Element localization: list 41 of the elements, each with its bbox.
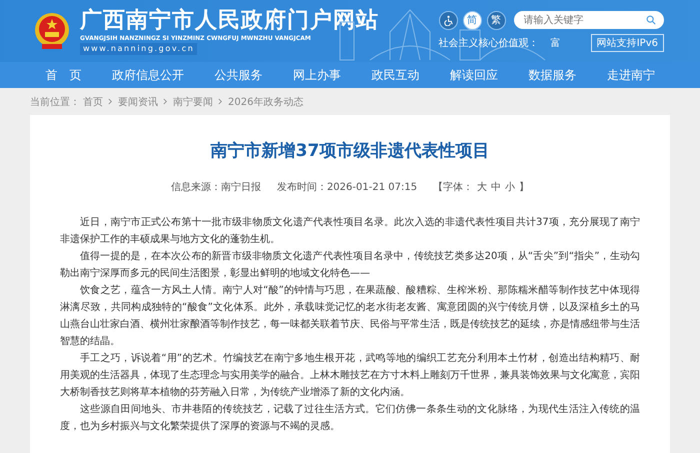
breadcrumb-link[interactable]: 南宁要闻 <box>173 94 213 108</box>
breadcrumb-link[interactable]: 要闻资讯 <box>118 94 158 108</box>
chevron-icon <box>218 98 223 105</box>
ipv6-link[interactable]: 网站支持IPv6 <box>590 34 664 52</box>
article-paragraph: 近日，南宁市正式公布第十一批市级非物质文化遗产代表性项目名录。此次入选的非遗代表性项目共计37项，充分展现了南宁非遗保护工作的丰硕成果与地方文化的蓬勃生机。 <box>60 216 640 247</box>
chevron-icon <box>163 98 168 105</box>
site-title: 广西南宁市人民政府门户网站 <box>80 8 379 34</box>
publish-time: 发布时间：2026-01-21 07:15 <box>276 180 418 194</box>
nav-item[interactable]: 走进南宁 <box>606 66 655 84</box>
nav-item[interactable]: 公共服务 <box>214 66 262 84</box>
nav-item[interactable]: 网上办事 <box>292 66 341 84</box>
nav-item[interactable]: 数据服务 <box>528 66 576 84</box>
accessibility-button[interactable] <box>438 10 458 30</box>
bracket-text: 】 <box>519 180 530 194</box>
chevron-icon <box>108 98 113 105</box>
search-icon[interactable] <box>646 15 656 25</box>
site-url: www.nanning.gov.cn <box>80 42 198 54</box>
font-size-label: 【字体： <box>433 180 474 194</box>
search-field[interactable]: 请输入关键字 <box>514 11 664 29</box>
font-size-link[interactable]: 小 <box>505 180 516 194</box>
emblem-icon <box>32 11 72 51</box>
breadcrumb-label: 当前位置： <box>30 96 80 108</box>
nav-item[interactable]: 解读回应 <box>450 66 498 84</box>
core-values-word: 富 <box>550 36 561 50</box>
script-toggle[interactable]: 繁 <box>486 10 506 30</box>
font-size-link[interactable]: 中 <box>491 180 502 194</box>
nav-item[interactable]: 首 页 <box>45 66 82 84</box>
nav-item[interactable]: 政民互动 <box>371 66 420 84</box>
article-paragraph: 值得一提的是，在本次公布的新晋市级非物质文化遗产代表性项目名录中，传统技艺类多达20项，从“舌尖”到“指尖”，生动勾勒出南宁深厚而多元的民间生活图景，彰显出鲜明的地域文化特色—— <box>60 250 640 281</box>
article-source: 信息来源：南宁日报 <box>170 180 261 194</box>
breadcrumb-link[interactable]: 首页 <box>83 94 103 108</box>
article-paragraph: 饮食之艺，蕴含一方风土人情。南宁人对“酸”的钟情与巧思，在果蔬酸、酸糟粽、生榨米粉、那陈糯米醋等制作技艺中体现得淋漓尽致，共同构成独特的“酸食”文化体系。此外，承载味觉记忆的老水街老友酱、寓意团圆的兴宁传统月饼，以及深植乡土的马山燕台山壮家白酒、横州壮家酿酒等制作技艺，每一味都关联着节庆、民俗与平常生活，既是传统技艺的延续，亦是情感纽带与生活智慧的结晶。 <box>60 284 640 349</box>
article-paragraph: 这些源自田间地头、市井巷陌的传统技艺，记载了过往生活方式。它们仿佛一条条生动的文化脉络，为现代生活注入传统的温度，也为乡村振兴与文化繁荣提供了深厚的资源与不竭的灵感。 <box>60 402 640 434</box>
breadcrumb-link[interactable]: 2026年政务动态 <box>228 94 304 108</box>
script-toggle[interactable]: 简 <box>462 10 482 30</box>
article-paragraph: 手工之巧，诉说着“用”的艺术。竹编技艺在南宁多地生根开花，武鸣等地的编织工艺充分利用本土竹材，创造出结构精巧、耐用美观的生活器具，体现了生态理念与实用美学的融合。上林木雕技艺在方寸木料上雕刻万千世界，兼具装饰效果与文化寓意，宾阳大桥制香技艺则将草本植物的芬芳融入日常，为传统产业增添了新的文化内涵。 <box>60 352 640 400</box>
article-title: 南宁市新增37项市级非遗代表性项目 <box>210 140 490 162</box>
nav-item[interactable]: 政府信息公开 <box>112 66 184 84</box>
core-values-label: 社会主义核心价值观： <box>438 36 539 50</box>
font-size-link[interactable]: 大 <box>477 180 488 194</box>
wheelchair-icon <box>442 14 454 26</box>
